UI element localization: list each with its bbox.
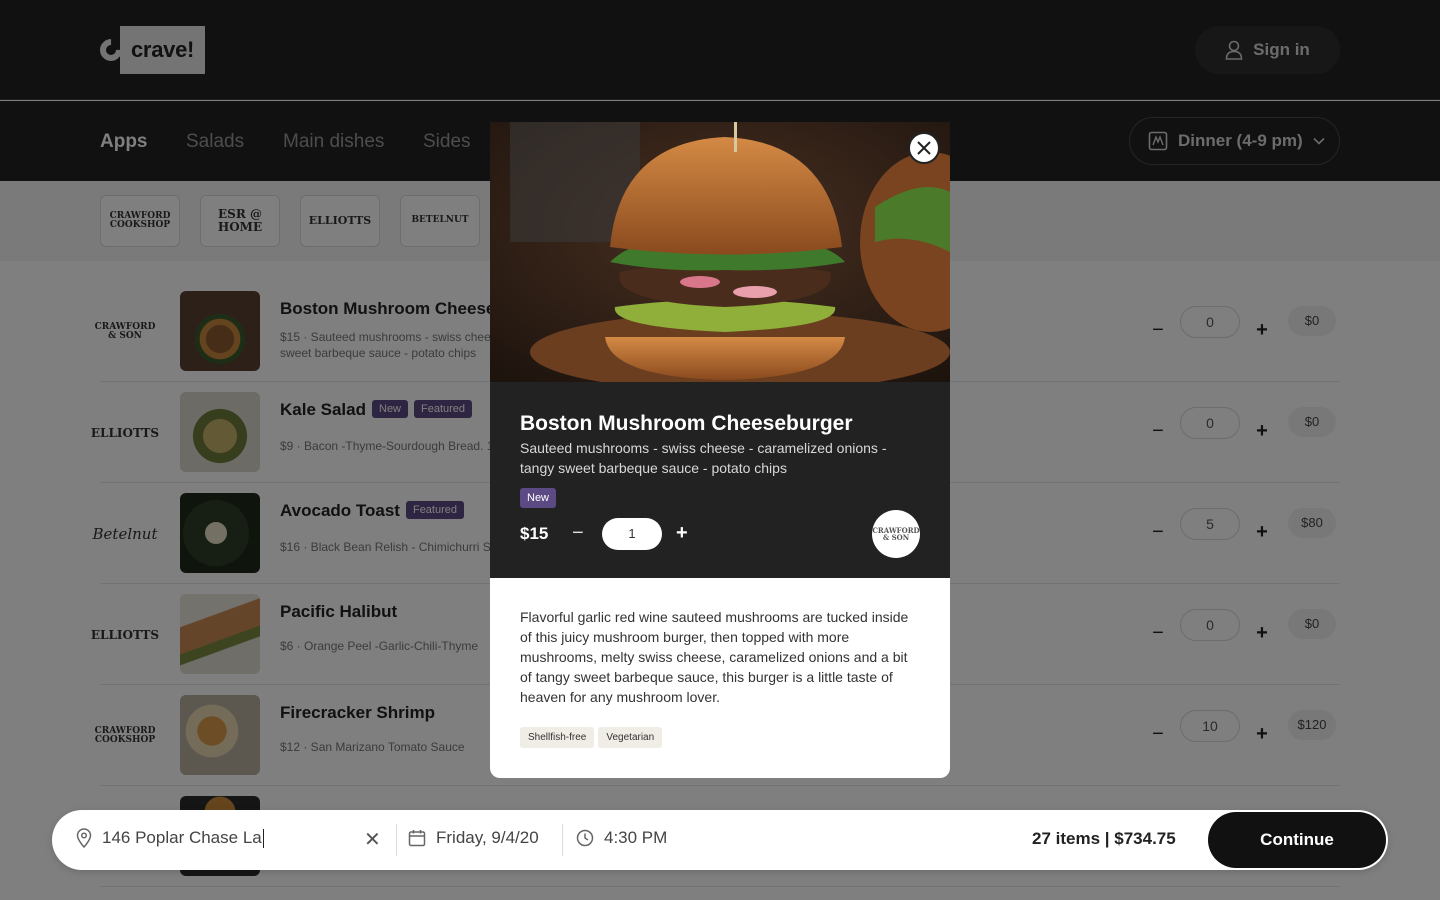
continue-button[interactable]: Continue: [1208, 812, 1386, 868]
modal-summary: Boston Mushroom Cheeseburger Sauteed mus…: [490, 382, 950, 578]
time-picker[interactable]: 4:30 PM: [576, 828, 667, 848]
modal-title: Boston Mushroom Cheeseburger: [520, 412, 853, 435]
time-value: 4:30 PM: [604, 828, 668, 847]
divider: [562, 824, 563, 856]
cart-summary: 27 items | $734.75: [1032, 829, 1176, 848]
modal-description: Flavorful garlic red wine sauteed mushro…: [520, 609, 909, 705]
order-bar: 146 Poplar Chase La ✕ Friday, 9/4/20 4:3…: [52, 810, 1388, 870]
diet-tag: Shellfish-free: [520, 727, 595, 748]
item-detail-modal: Boston Mushroom Cheeseburger Sauteed mus…: [490, 122, 950, 778]
calendar-icon: [408, 830, 426, 847]
address-field[interactable]: 146 Poplar Chase La: [76, 828, 264, 848]
location-pin-icon: [76, 828, 92, 848]
clock-icon: [576, 829, 594, 847]
modal-price: $15: [520, 524, 549, 543]
date-value: Friday, 9/4/20: [436, 828, 539, 847]
item-hero-image: [490, 122, 950, 382]
address-value: 146 Poplar Chase La: [102, 828, 262, 847]
diet-tags: Shellfish-free Vegetarian: [520, 727, 663, 748]
modal-quantity-field[interactable]: 1: [602, 518, 662, 550]
modal-increment-button[interactable]: +: [676, 522, 688, 544]
modal-decrement-button[interactable]: −: [572, 522, 584, 544]
vendor-logo: CRAWFORD & SON: [872, 510, 920, 558]
diet-tag: Vegetarian: [598, 727, 663, 748]
date-picker[interactable]: Friday, 9/4/20: [408, 828, 539, 848]
close-icon[interactable]: ✕: [364, 830, 381, 850]
close-modal-button[interactable]: [908, 132, 940, 164]
modal-subtitle: Sauteed mushrooms - swiss cheese - caram…: [520, 440, 887, 476]
divider: [396, 824, 397, 856]
new-badge: New: [520, 488, 557, 508]
text-cursor: [262, 828, 264, 848]
close-icon: [917, 141, 931, 155]
